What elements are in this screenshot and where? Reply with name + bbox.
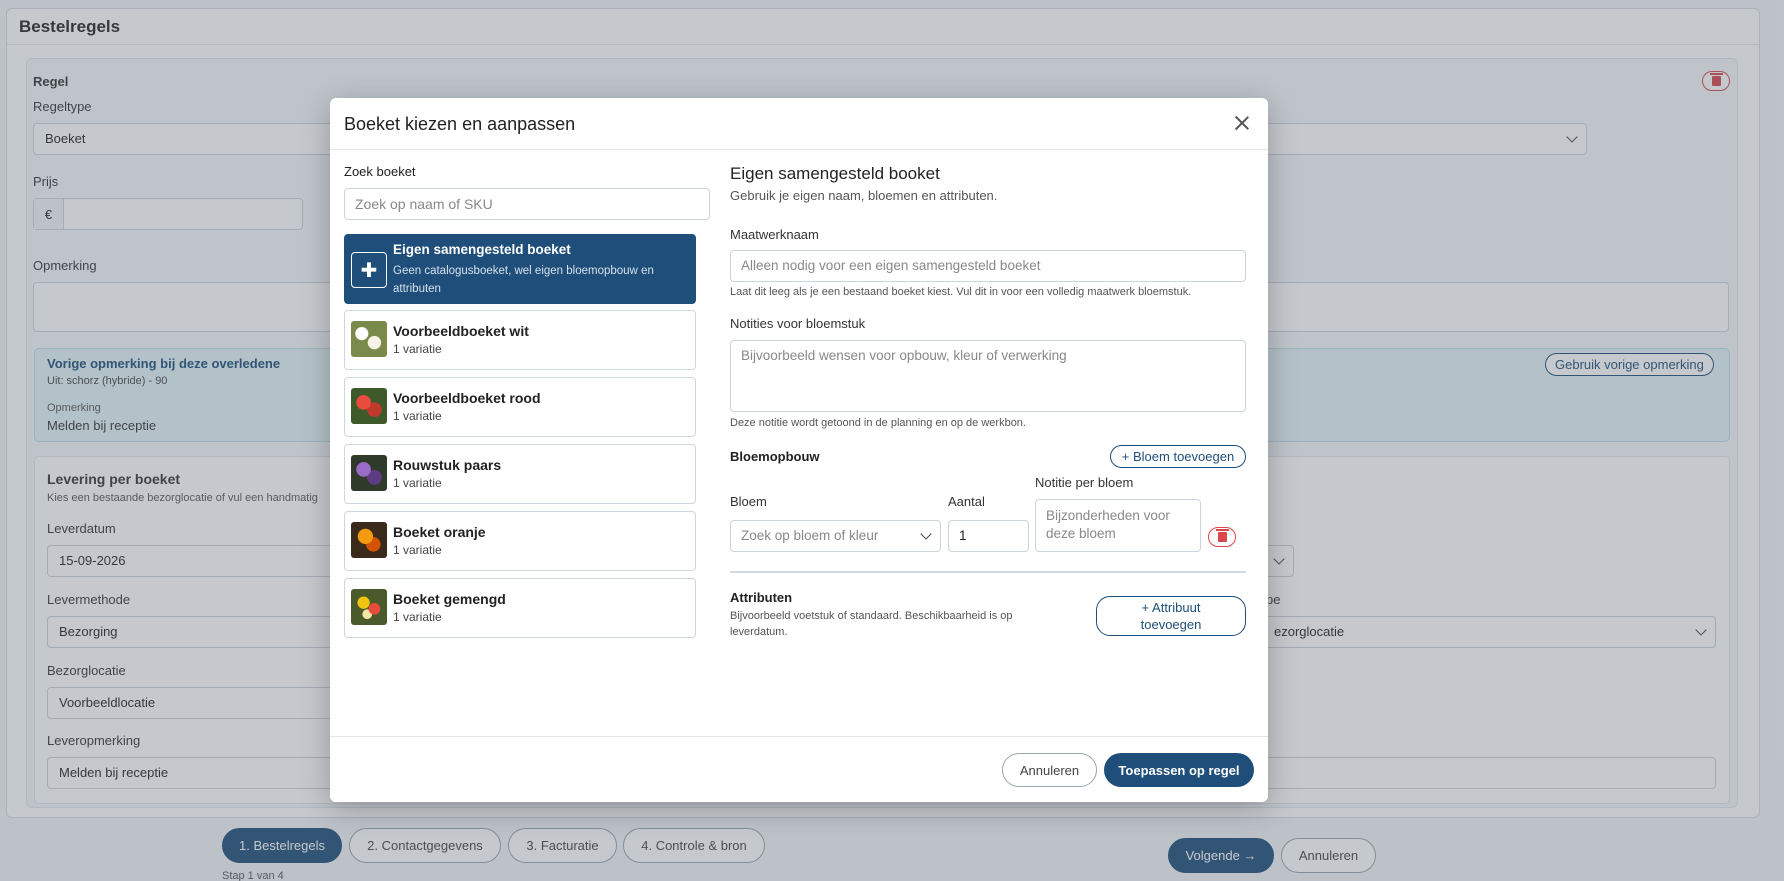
list-item-name: Boeket gemengd xyxy=(393,591,506,607)
list-item[interactable]: Voorbeeldboeket rood 1 variatie xyxy=(344,377,696,437)
section-divider xyxy=(730,571,1246,573)
add-attribuut-button[interactable]: + Attribuut toevoegen xyxy=(1096,596,1246,636)
aantal-input[interactable]: 1 xyxy=(948,520,1029,552)
aantal-label: Aantal xyxy=(948,494,985,509)
list-item-sub: 1 variatie xyxy=(393,342,442,356)
list-item[interactable]: Voorbeeldboeket wit 1 variatie xyxy=(344,310,696,370)
list-item-sub: 1 variatie xyxy=(393,409,442,423)
list-item-name: Voorbeeldboeket rood xyxy=(393,390,541,406)
bloem-select-placeholder: Zoek op bloem of kleur xyxy=(741,528,879,543)
list-item[interactable]: Boeket gemengd 1 variatie xyxy=(344,578,696,638)
bloem-label: Bloem xyxy=(730,494,767,509)
detail-title: Eigen samengesteld booket xyxy=(730,164,940,183)
delete-bloem-button[interactable] xyxy=(1208,527,1236,547)
modal-cancel-button[interactable]: Annuleren xyxy=(1002,753,1097,787)
notities-hint: Deze notitie wordt getoond in de plannin… xyxy=(730,417,1026,429)
modal-header: Boeket kiezen en aanpassen xyxy=(330,98,1268,150)
list-item-eigen-boeket[interactable]: ✚ Eigen samengesteld boeket Geen catalog… xyxy=(344,234,696,304)
notities-textarea[interactable]: Bijvoorbeeld wensen voor opbouw, kleur o… xyxy=(730,340,1246,412)
bouquet-thumbnail xyxy=(351,455,387,491)
chevron-down-icon xyxy=(920,528,932,540)
maatwerknaam-label: Maatwerknaam xyxy=(730,227,819,242)
bouquet-thumbnail xyxy=(351,388,387,424)
maatwerknaam-hint: Laat dit leeg als je een bestaand boeket… xyxy=(730,286,1192,298)
notitie-per-bloem-textarea[interactable]: Bijzonderheden voor deze bloem xyxy=(1035,499,1201,552)
notitie-per-bloem-label: Notitie per bloem xyxy=(1035,475,1134,490)
list-item-name: Voorbeeldboeket wit xyxy=(393,323,529,339)
bloem-select[interactable]: Zoek op bloem of kleur xyxy=(730,520,941,552)
list-item-sub: Geen catalogusboeket, wel eigen bloemopb… xyxy=(393,265,654,295)
boeket-list: ✚ Eigen samengesteld boeket Geen catalog… xyxy=(344,234,710,734)
maatwerknaam-input[interactable]: Alleen nodig voor een eigen samengesteld… xyxy=(730,250,1246,282)
modal-title: Boeket kiezen en aanpassen xyxy=(344,114,576,134)
attributen-title: Attributen xyxy=(730,590,793,605)
modal-footer: Annuleren Toepassen op regel xyxy=(330,736,1268,802)
plus-icon: ✚ xyxy=(351,252,387,288)
list-item-sub: 1 variatie xyxy=(393,610,442,624)
bloemopbouw-title: Bloemopbouw xyxy=(730,449,820,464)
list-item-name: Eigen samengesteld boeket xyxy=(393,242,571,257)
close-icon[interactable] xyxy=(1232,113,1252,133)
search-input[interactable]: Zoek op naam of SKU xyxy=(344,188,710,220)
bouquet-thumbnail xyxy=(351,589,387,625)
list-item-name: Boeket oranje xyxy=(393,524,486,540)
trash-icon xyxy=(1215,529,1229,542)
add-bloem-button[interactable]: + Bloem toevoegen xyxy=(1110,445,1246,468)
attributen-hint: Bijvoorbeeld voetstuk of standaard. Besc… xyxy=(730,610,1013,638)
list-item[interactable]: Boeket oranje 1 variatie xyxy=(344,511,696,571)
notities-label: Notities voor bloemstuk xyxy=(730,316,866,331)
bouquet-thumbnail xyxy=(351,321,387,357)
detail-subtitle: Gebruik je eigen naam, bloemen en attrib… xyxy=(730,188,998,203)
search-label: Zoek boeket xyxy=(344,164,416,179)
apply-to-regel-button[interactable]: Toepassen op regel xyxy=(1104,753,1254,787)
list-item-name: Rouwstuk paars xyxy=(393,457,502,473)
list-item[interactable]: Rouwstuk paars 1 variatie xyxy=(344,444,696,504)
boeket-modal: Boeket kiezen en aanpassen Zoek boeket Z… xyxy=(330,98,1268,802)
list-item-sub: 1 variatie xyxy=(393,543,442,557)
list-item-sub: 1 variatie xyxy=(393,476,442,490)
bouquet-thumbnail xyxy=(351,522,387,558)
